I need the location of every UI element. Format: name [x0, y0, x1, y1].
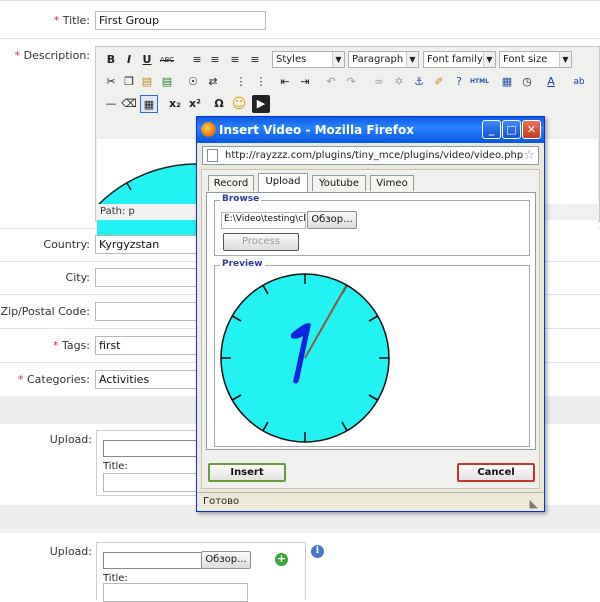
info-icon[interactable]: i: [311, 545, 324, 558]
redo-icon[interactable]: ↷: [342, 73, 360, 91]
bullet-list-icon[interactable]: ⋮: [232, 73, 250, 91]
font-family-select[interactable]: Font family ▼: [423, 51, 496, 68]
cut-icon[interactable]: ✂: [102, 73, 120, 91]
upload-title-input[interactable]: [103, 473, 203, 492]
upload-title-label: Title:: [103, 461, 128, 472]
bold-button[interactable]: B: [102, 51, 120, 69]
minimize-icon[interactable]: _: [482, 120, 501, 139]
upload-box: Обзор... Title:: [96, 542, 306, 602]
zip-input[interactable]: [95, 302, 200, 321]
tab-upload[interactable]: Upload: [258, 173, 308, 192]
link-icon[interactable]: ∞: [370, 73, 388, 91]
browse-fieldset: Browse E:\Video\testing\clock Обзор... P…: [214, 194, 530, 256]
cancel-button[interactable]: Cancel: [457, 463, 535, 482]
strikethrough-button[interactable]: ABC: [158, 51, 176, 69]
page-icon: [207, 149, 218, 162]
undo-icon[interactable]: ↶: [322, 73, 340, 91]
html-button[interactable]: HTML: [470, 73, 489, 91]
maximize-icon[interactable]: □: [502, 120, 521, 139]
insert-video-window[interactable]: Insert Video - Mozilla Firefox _ □ ✕ htt…: [196, 116, 545, 512]
preview-fieldset: Preview: [214, 259, 530, 447]
numbered-list-icon[interactable]: ⋮: [252, 73, 270, 91]
categories-select[interactable]: Activities: [95, 370, 200, 389]
paste-word-icon[interactable]: ▤: [158, 73, 176, 91]
description-label: * Description:: [14, 49, 90, 62]
unlink-icon[interactable]: ✡: [390, 73, 408, 91]
upload-file-input[interactable]: [103, 552, 203, 569]
align-justify-icon[interactable]: ≡: [246, 51, 264, 69]
country-select[interactable]: Kyrgyzstan: [95, 235, 200, 254]
italic-button[interactable]: I: [120, 51, 138, 69]
video-browse-button[interactable]: Обзор...: [307, 211, 357, 229]
video-file-input[interactable]: E:\Video\testing\clock: [221, 212, 306, 229]
add-upload-icon[interactable]: +: [275, 553, 288, 566]
country-label: Country:: [43, 238, 90, 251]
title-label: * Title:: [53, 14, 90, 27]
upload-box: Title:: [96, 430, 206, 496]
highlight-color-icon[interactable]: ab: [570, 73, 588, 91]
window-title: Insert Video - Mozilla Firefox: [219, 123, 414, 137]
resize-grip-icon[interactable]: ◣: [530, 495, 538, 513]
help-icon[interactable]: ?: [450, 73, 468, 91]
subscript-button[interactable]: x₂: [166, 95, 184, 113]
categories-label: * Categories:: [18, 373, 90, 386]
status-bar: Готово ◣: [197, 492, 544, 511]
status-text: Готово: [203, 496, 240, 507]
upload-label: Upload:: [49, 545, 92, 558]
process-button[interactable]: Process: [223, 233, 299, 251]
city-label: City:: [65, 271, 90, 284]
time-icon[interactable]: ◷: [518, 73, 536, 91]
tab-vimeo[interactable]: Vimeo: [370, 175, 414, 191]
title-input[interactable]: First Group: [95, 11, 266, 30]
outdent-icon[interactable]: ⇤: [276, 73, 294, 91]
firefox-logo-icon: [201, 122, 216, 137]
row-divider: [0, 0, 600, 1]
tags-input[interactable]: first: [95, 336, 200, 355]
find-icon[interactable]: ☉: [184, 73, 202, 91]
url-text: http://rayzzz.com/plugins/tiny_mce/plugi…: [225, 150, 524, 161]
browse-button[interactable]: Обзор...: [201, 551, 251, 569]
insert-button[interactable]: Insert: [208, 463, 286, 482]
upload-file-input[interactable]: [103, 440, 203, 457]
clock-preview-image: [220, 273, 390, 443]
cleanup-icon[interactable]: ✐: [430, 73, 448, 91]
underline-button[interactable]: U: [138, 51, 156, 69]
text-color-icon[interactable]: A: [542, 73, 560, 91]
replace-icon[interactable]: ⇄: [204, 73, 222, 91]
font-size-select[interactable]: Font size ▼: [499, 51, 572, 68]
dialog-content: Record Upload Youtube Vimeo Browse E:\Vi…: [201, 169, 540, 489]
close-icon[interactable]: ✕: [522, 120, 541, 139]
address-bar[interactable]: http://rayzzz.com/plugins/tiny_mce/plugi…: [202, 146, 539, 165]
remove-format-icon[interactable]: ⌫: [120, 95, 138, 113]
tab-youtube[interactable]: Youtube: [312, 175, 366, 191]
tab-record[interactable]: Record: [208, 175, 254, 191]
row-divider: [0, 38, 600, 39]
copy-icon[interactable]: ❐: [120, 73, 138, 91]
preview-legend: Preview: [220, 259, 265, 269]
special-char-button[interactable]: Ω: [210, 95, 228, 113]
indent-icon[interactable]: ⇥: [296, 73, 314, 91]
align-right-icon[interactable]: ≡: [226, 51, 244, 69]
align-center-icon[interactable]: ≡: [206, 51, 224, 69]
visual-aid-icon[interactable]: ▦: [140, 95, 158, 113]
browse-legend: Browse: [220, 194, 262, 204]
insert-video-icon[interactable]: ▶: [252, 95, 270, 113]
superscript-button[interactable]: x²: [186, 95, 204, 113]
tags-label: * Tags:: [52, 339, 90, 352]
anchor-icon[interactable]: ⚓: [410, 73, 428, 91]
horizontal-rule-icon[interactable]: —: [102, 95, 120, 113]
paste-icon[interactable]: ▤: [138, 73, 156, 91]
city-input[interactable]: [95, 268, 200, 287]
emoticon-icon[interactable]: ☺: [230, 95, 248, 113]
align-left-icon[interactable]: ≡: [188, 51, 206, 69]
upload-label: Upload:: [49, 433, 92, 446]
upload-title-input[interactable]: [103, 583, 248, 602]
zip-label: Zip/Postal Code:: [0, 305, 90, 318]
bookmark-star-icon[interactable]: ☆: [523, 148, 535, 163]
styles-select[interactable]: Styles ▼: [272, 51, 345, 68]
paragraph-select[interactable]: Paragraph ▼: [348, 51, 419, 68]
date-icon[interactable]: ▦: [498, 73, 516, 91]
